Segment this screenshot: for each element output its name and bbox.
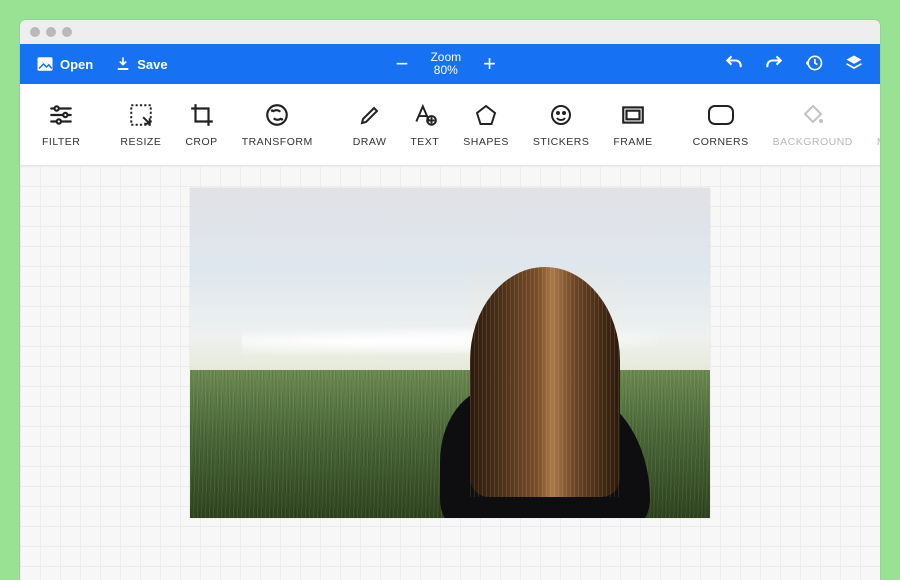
tool-stickers-label: STICKERS bbox=[533, 136, 590, 148]
tool-crop-label: CROP bbox=[185, 136, 217, 148]
canvas-area[interactable] bbox=[20, 166, 880, 580]
zoom-out-button[interactable]: − bbox=[396, 53, 409, 75]
tool-background: BACKGROUND bbox=[761, 102, 865, 148]
window-titlebar bbox=[20, 20, 880, 44]
undo-button[interactable] bbox=[724, 53, 744, 76]
topbar-left: Open Save bbox=[36, 55, 168, 73]
redo-button[interactable] bbox=[764, 53, 784, 76]
sliders-icon bbox=[48, 102, 74, 128]
topbar-right bbox=[724, 53, 864, 76]
tool-crop[interactable]: CROP bbox=[173, 102, 229, 148]
tool-merge: MERGE bbox=[865, 102, 880, 148]
text-icon bbox=[412, 102, 438, 128]
tool-resize-label: RESIZE bbox=[120, 136, 161, 148]
paint-bucket-icon bbox=[801, 102, 825, 128]
zoom-value: 80% bbox=[434, 64, 458, 77]
tool-text[interactable]: TEXT bbox=[398, 102, 451, 148]
tool-corners[interactable]: CORNERS bbox=[681, 102, 761, 148]
tool-merge-label: MERGE bbox=[877, 136, 880, 148]
tool-transform-label: TRANSFORM bbox=[242, 136, 313, 148]
tool-resize[interactable]: RESIZE bbox=[108, 102, 173, 148]
resize-icon bbox=[128, 102, 154, 128]
image-icon bbox=[36, 55, 54, 73]
topbar: Open Save − Zoom 80% + bbox=[20, 44, 880, 84]
history-button[interactable] bbox=[804, 53, 824, 76]
toolbar: FILTER RESIZE CROP TRANSFORM bbox=[20, 84, 880, 166]
save-label: Save bbox=[137, 57, 167, 72]
save-button[interactable]: Save bbox=[115, 56, 167, 72]
tool-draw-label: DRAW bbox=[353, 136, 387, 148]
window-minimize-dot[interactable] bbox=[46, 27, 56, 37]
crop-icon bbox=[189, 102, 215, 128]
zoom-in-button[interactable]: + bbox=[483, 53, 496, 75]
layers-button[interactable] bbox=[844, 53, 864, 76]
tool-shapes-label: SHAPES bbox=[463, 136, 509, 148]
transform-icon bbox=[264, 102, 290, 128]
window-close-dot[interactable] bbox=[30, 27, 40, 37]
tool-stickers[interactable]: STICKERS bbox=[521, 102, 602, 148]
tool-frame-label: FRAME bbox=[613, 136, 652, 148]
tool-text-label: TEXT bbox=[410, 136, 439, 148]
download-icon bbox=[115, 56, 131, 72]
tool-background-label: BACKGROUND bbox=[773, 136, 853, 148]
smiley-icon bbox=[549, 102, 573, 128]
zoom-readout: Zoom 80% bbox=[430, 51, 461, 77]
tool-transform[interactable]: TRANSFORM bbox=[230, 102, 325, 148]
rounded-rect-icon bbox=[707, 102, 735, 128]
zoom-controls: − Zoom 80% + bbox=[168, 51, 724, 77]
open-button[interactable]: Open bbox=[36, 55, 93, 73]
app-window: Open Save − Zoom 80% + bbox=[20, 20, 880, 580]
pencil-icon bbox=[358, 102, 382, 128]
tool-filter-label: FILTER bbox=[42, 136, 80, 148]
tool-frame[interactable]: FRAME bbox=[601, 102, 664, 148]
open-label: Open bbox=[60, 57, 93, 72]
tool-filter[interactable]: FILTER bbox=[30, 102, 92, 148]
tool-draw[interactable]: DRAW bbox=[341, 102, 399, 148]
tool-corners-label: CORNERS bbox=[693, 136, 749, 148]
window-maximize-dot[interactable] bbox=[62, 27, 72, 37]
pentagon-icon bbox=[474, 102, 498, 128]
frame-icon bbox=[620, 102, 646, 128]
canvas-image[interactable] bbox=[190, 188, 710, 518]
tool-shapes[interactable]: SHAPES bbox=[451, 102, 521, 148]
